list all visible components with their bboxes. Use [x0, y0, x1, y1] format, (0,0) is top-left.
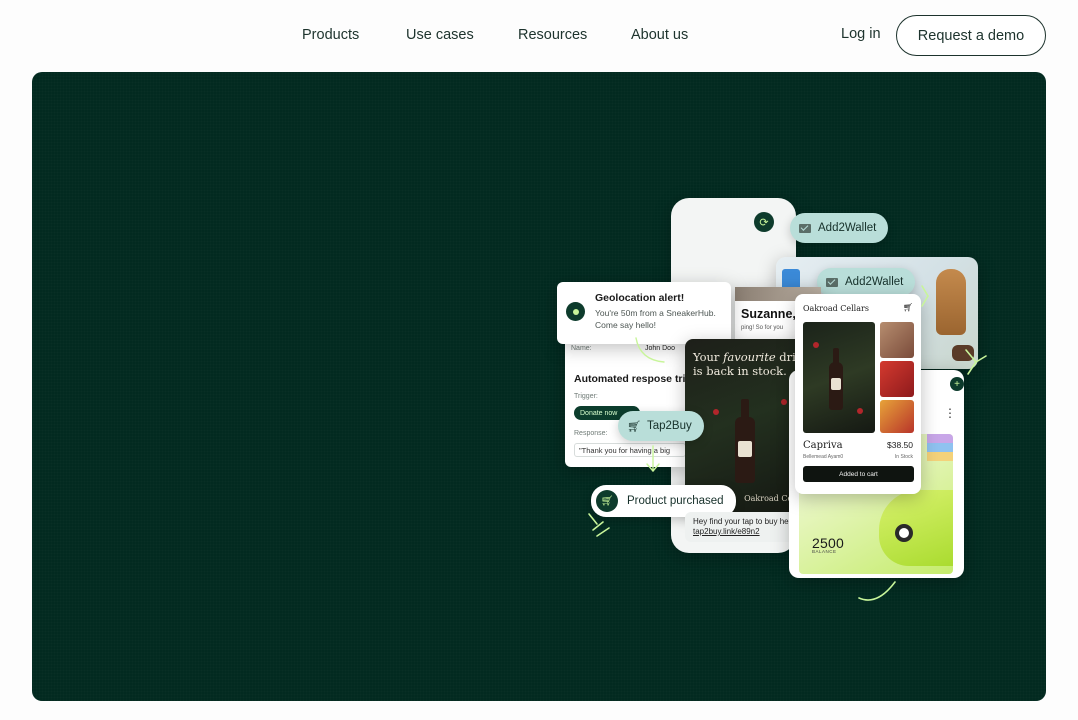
location-pin-icon: [566, 302, 585, 321]
product-main-image: [803, 322, 875, 433]
product-thumbnail[interactable]: [880, 400, 914, 433]
add2wallet-pill-secondary: Add2Wallet: [817, 268, 916, 296]
add2wallet-label-secondary: Add2Wallet: [845, 276, 904, 288]
shop-product-card: Oakroad Cellars 🛒︎ Capriva $38.50 Bellem…: [795, 294, 921, 494]
nav-link-use-cases[interactable]: Use cases: [406, 27, 474, 43]
wine-headline-part-3: is back in stock.: [693, 364, 787, 378]
name-label: Name:: [571, 345, 592, 352]
automation-title: Automated respose tri: [574, 373, 686, 385]
trigger-label: Trigger:: [574, 393, 598, 400]
dog-image: [936, 269, 966, 335]
response-label: Response:: [574, 430, 608, 437]
product-purchased-label: Product purchased: [627, 495, 724, 507]
color-stripe: [927, 452, 953, 461]
add2wallet-pill: Add2Wallet: [790, 213, 889, 243]
product-collage: ⟳ Add2Wallet Add2Wallet Suzanne, ping! S…: [32, 72, 1046, 701]
product-subtitle: Bellemead Ayam0: [803, 454, 844, 460]
berry-decoration: [813, 342, 819, 348]
wine-headline-emphasis: favourite: [723, 350, 776, 364]
product-thumbnail[interactable]: [880, 322, 914, 358]
tap2buy-pill: 🛒︎ Tap2Buy: [618, 411, 704, 441]
more-options-icon[interactable]: ⋮: [944, 406, 956, 420]
color-stripe: [927, 434, 953, 443]
profile-subtext: ping! So for you: [741, 325, 784, 331]
wine-headline-part-1: Your: [693, 350, 724, 364]
geo-alert-title: Geolocation alert!: [595, 292, 685, 304]
shop-brand: Oakroad Cellars: [803, 304, 869, 313]
wine-bottle-image: [735, 399, 755, 483]
berry-decoration: [857, 408, 863, 414]
arrow-doodle: [635, 337, 665, 363]
hero-section: ⟳ Add2Wallet Add2Wallet Suzanne, ping! S…: [32, 72, 1046, 701]
sneaker-image: [879, 490, 953, 566]
sparkle-doodle: [921, 285, 929, 307]
berry-decoration: [713, 409, 719, 415]
sparkle-doodle: [965, 349, 987, 375]
profile-greeting: Suzanne,: [741, 307, 796, 321]
berry-decoration: [781, 399, 787, 405]
nav-link-resources[interactable]: Resources: [518, 27, 587, 43]
arrow-doodle: [646, 445, 660, 473]
nav-link-products[interactable]: Products: [302, 27, 359, 43]
automation-form-card: Name: John Doo Automated respose tri Tri…: [565, 337, 690, 467]
shoe-detail: [895, 524, 913, 542]
added-to-cart-button[interactable]: Added to cart: [803, 466, 914, 482]
geolocation-alert-card: Geolocation alert! You're 50m from a Sne…: [557, 282, 731, 344]
mail-icon: [799, 223, 811, 233]
request-demo-button[interactable]: Request a demo: [896, 15, 1046, 56]
geo-alert-text: You're 50m from a SneakerHub. Come say h…: [595, 308, 716, 330]
swoosh-doodle: [858, 581, 896, 601]
color-stripe: [927, 443, 953, 452]
tap2buy-label: Tap2Buy: [646, 420, 692, 432]
cart-icon: 🛒︎: [627, 420, 641, 433]
add2wallet-label: Add2Wallet: [818, 222, 877, 234]
mail-icon: [826, 277, 838, 287]
product-name: Capriva: [803, 440, 843, 451]
wine-bottle-image: [829, 348, 843, 410]
login-link[interactable]: Log in: [841, 26, 881, 42]
sync-icon: ⟳: [754, 212, 774, 232]
nav-link-about-us[interactable]: About us: [631, 27, 688, 43]
top-navigation: Products Use cases Resources About us Lo…: [0, 0, 1078, 72]
loyalty-balance-label: BALANCE: [812, 549, 837, 554]
product-price: $38.50: [887, 440, 913, 450]
response-value: "Thank you for having a big: [574, 443, 686, 457]
product-thumbnail[interactable]: [880, 361, 914, 397]
sparkle-doodle: [588, 513, 610, 537]
stock-status: In Stock: [894, 454, 913, 460]
cart-icon[interactable]: 🛒︎: [903, 303, 913, 312]
